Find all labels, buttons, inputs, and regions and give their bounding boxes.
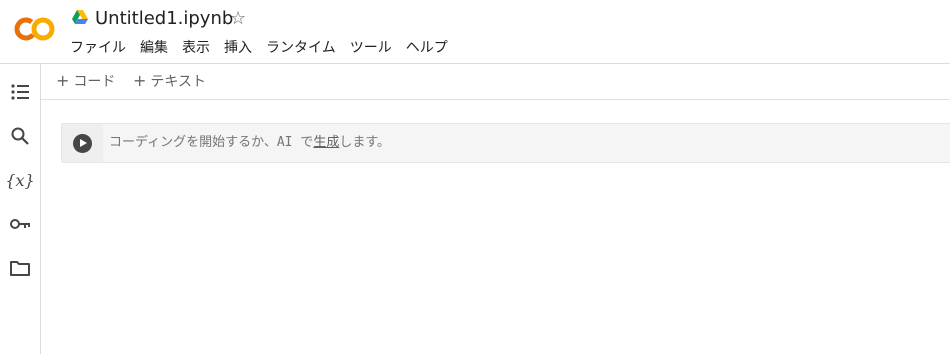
menu-help[interactable]: ヘルプ [406, 38, 448, 58]
cell-gutter [62, 124, 103, 162]
run-cell-button[interactable] [73, 134, 92, 153]
table-of-contents-button[interactable] [8, 80, 32, 104]
variables-icon: {x} [5, 170, 35, 190]
generate-link[interactable]: 生成 [313, 135, 339, 150]
menu-insert[interactable]: 挿入 [224, 38, 252, 58]
variables-button[interactable]: {x} [5, 168, 35, 192]
files-button[interactable] [8, 256, 32, 280]
header: Untitled1.ipynb ☆ ファイル 編集 表示 挿入 ランタイム ツー… [0, 0, 950, 64]
left-sidebar: {x} [0, 64, 41, 354]
google-drive-icon[interactable] [72, 10, 88, 24]
key-icon [10, 219, 30, 229]
colab-logo[interactable] [14, 15, 56, 43]
plus-icon: + [56, 71, 70, 90]
notebook-toolbar: + コード + テキスト [41, 64, 950, 100]
menu-file[interactable]: ファイル [70, 38, 126, 58]
star-icon[interactable]: ☆ [230, 7, 246, 31]
folder-icon [10, 261, 30, 276]
code-cell[interactable]: コーディングを開始するか、AI で生成します。 [61, 123, 950, 163]
menu-tools[interactable]: ツール [350, 38, 392, 58]
cell-placeholder[interactable]: コーディングを開始するか、AI で生成します。 [109, 134, 390, 152]
add-text-label: テキスト [150, 74, 206, 90]
add-code-label: コード [73, 74, 116, 90]
menu-view[interactable]: 表示 [182, 38, 210, 58]
search-icon [11, 127, 29, 145]
placeholder-text-start: コーディングを開始するか、AI で [109, 135, 314, 150]
toc-icon [11, 84, 29, 100]
search-button[interactable] [8, 124, 32, 148]
secrets-button[interactable] [8, 212, 32, 236]
placeholder-text-end: します。 [339, 135, 391, 150]
notebook-title[interactable]: Untitled1.ipynb [95, 7, 233, 31]
add-code-button[interactable]: + コード [56, 71, 115, 91]
menu-runtime[interactable]: ランタイム [266, 38, 336, 58]
plus-icon: + [133, 71, 147, 90]
menu-edit[interactable]: 編集 [140, 38, 168, 58]
add-text-button[interactable]: + テキスト [133, 71, 206, 91]
menu-bar: ファイル 編集 表示 挿入 ランタイム ツール ヘルプ [70, 38, 448, 58]
